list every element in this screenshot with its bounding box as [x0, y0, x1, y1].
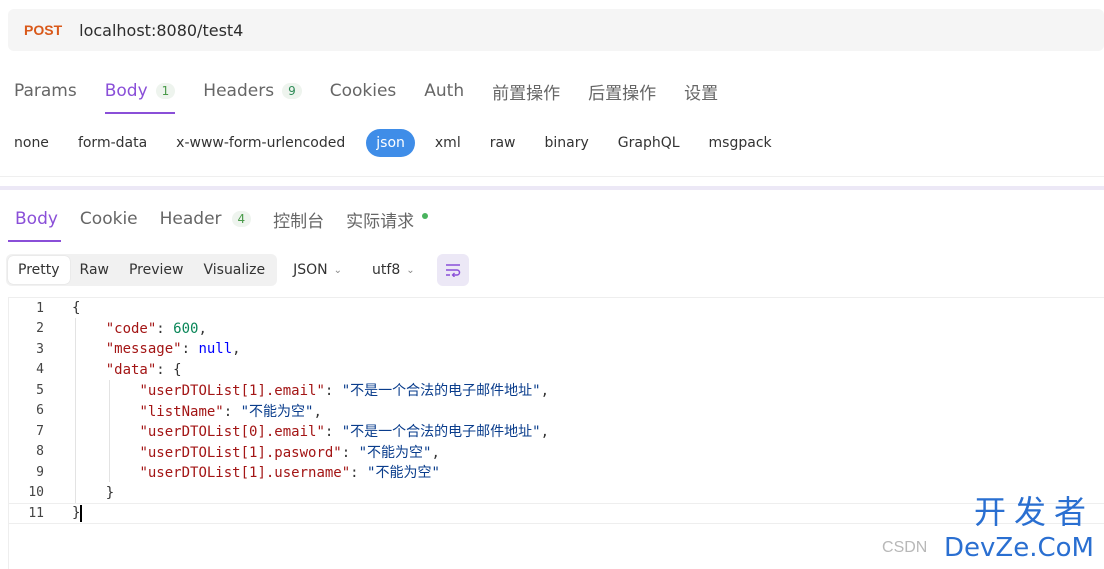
wrap-icon: [445, 264, 460, 277]
tab-label: Headers: [203, 81, 275, 101]
tab-label: Cookie: [79, 209, 138, 229]
code-text: }: [72, 484, 115, 501]
tab-label: 前置操作: [492, 83, 561, 104]
tab-label: Header: [159, 209, 222, 229]
line-number: 1: [36, 300, 44, 316]
tab-label: Body: [104, 81, 148, 101]
response-view-toolbar: Pretty Raw Preview Visualize JSON ⌄ utf8 ⌄: [6, 253, 469, 287]
response-tabs: Body Cookie Header 4 控制台 实际请求: [0, 196, 439, 242]
tab-settings[interactable]: 设置: [670, 68, 732, 114]
code-text: "data": {: [105, 361, 182, 378]
body-type-graphql[interactable]: GraphQL: [604, 129, 694, 157]
tab-label: Auth: [424, 81, 465, 101]
code-text: "listName": "不能为空",: [139, 403, 322, 420]
body-type-binary[interactable]: binary: [531, 129, 603, 157]
word-wrap-button[interactable]: [436, 254, 469, 286]
line-number: 2: [36, 321, 44, 337]
tab-label: Params: [14, 81, 77, 101]
line-number: 8: [36, 444, 44, 460]
tab-headers[interactable]: Headers 9: [189, 68, 315, 114]
count-badge: 9: [282, 83, 302, 99]
text-caret: [80, 505, 82, 522]
code-text: "code": 600,: [105, 320, 207, 337]
tab-console[interactable]: 控制台: [262, 196, 335, 242]
tab-auth[interactable]: Auth: [410, 68, 478, 114]
tab-label: 控制台: [273, 211, 325, 232]
body-type-msgpack[interactable]: msgpack: [695, 129, 786, 157]
body-type-raw[interactable]: raw: [476, 129, 530, 157]
watermark-csdn: CSDN: [882, 539, 928, 556]
tab-cookies[interactable]: Cookies: [316, 68, 411, 114]
tab-label: 后置操作: [588, 83, 657, 104]
view-mode-pretty[interactable]: Pretty: [8, 256, 70, 284]
format-select[interactable]: JSON ⌄: [293, 262, 342, 278]
code-text: {: [72, 300, 81, 317]
status-dot-icon: [422, 213, 429, 219]
count-badge: 1: [155, 83, 176, 99]
view-mode-preview[interactable]: Preview: [119, 256, 194, 284]
tab-pre-request[interactable]: 前置操作: [478, 68, 574, 114]
body-type-form-data[interactable]: form-data: [64, 129, 161, 157]
tab-label: Body: [15, 209, 58, 229]
view-mode-raw[interactable]: Raw: [70, 256, 119, 284]
body-type-selector: none form-data x-www-form-urlencoded jso…: [0, 126, 787, 160]
tab-body[interactable]: Body 1: [91, 68, 190, 114]
body-type-xml[interactable]: xml: [421, 129, 475, 157]
tab-response-body[interactable]: Body: [0, 196, 69, 242]
line-number: 10: [28, 485, 44, 501]
format-select-value: JSON: [293, 262, 328, 278]
watermark-cn: 开发者: [973, 493, 1094, 531]
tab-label: Cookies: [329, 81, 397, 101]
line-number: 11: [28, 505, 44, 521]
count-badge: 4: [231, 211, 252, 227]
code-text: "userDTOList[1].pasword": "不能为空",: [139, 444, 440, 461]
panel-resize-handle[interactable]: [0, 186, 1104, 190]
tab-response-cookie[interactable]: Cookie: [69, 196, 149, 242]
tab-response-header[interactable]: Header 4: [149, 196, 263, 242]
code-text: "message": null,: [105, 341, 241, 358]
tab-label: 实际请求: [346, 211, 415, 232]
line-number: 4: [36, 362, 44, 378]
line-number: 7: [36, 423, 44, 439]
body-type-none[interactable]: none: [0, 129, 63, 157]
http-method[interactable]: POST: [24, 22, 62, 38]
tab-params[interactable]: Params: [0, 68, 91, 114]
code-text: "userDTOList[0].email": "不是一个合法的电子邮件地址",: [139, 424, 550, 441]
code-text: "userDTOList[1].username": "不能为空": [139, 465, 440, 482]
line-number: 3: [36, 341, 44, 357]
divider: [0, 176, 1104, 177]
url-bar[interactable]: POST localhost:8080/test4: [8, 9, 1104, 51]
url-input[interactable]: localhost:8080/test4: [79, 21, 243, 40]
tab-actual-request[interactable]: 实际请求: [335, 196, 439, 242]
encoding-select-value: utf8: [372, 262, 401, 278]
encoding-select[interactable]: utf8 ⌄: [372, 262, 415, 278]
code-text: "userDTOList[1].email": "不是一个合法的电子邮件地址",: [139, 383, 550, 400]
tab-label: 设置: [684, 83, 719, 104]
tab-post-request[interactable]: 后置操作: [574, 68, 670, 114]
view-mode-segment: Pretty Raw Preview Visualize: [6, 254, 278, 286]
body-type-urlencoded[interactable]: x-www-form-urlencoded: [162, 129, 359, 157]
line-number: 5: [36, 382, 44, 398]
watermark: 开发者 DevZe.CoM CSDN: [882, 487, 1094, 563]
chevron-down-icon: ⌄: [406, 264, 415, 276]
watermark-en: DevZe.CoM: [944, 533, 1094, 563]
request-tabs: Params Body 1 Headers 9 Cookies Auth 前置操作 …: [0, 68, 732, 114]
body-type-json[interactable]: json: [366, 129, 415, 157]
response-code-editor[interactable]: 1 { 2 "code": 600, 3 "message": null, 4 "…: [8, 297, 1104, 569]
view-mode-visualize[interactable]: Visualize: [193, 256, 275, 284]
line-number: 6: [36, 403, 44, 419]
chevron-down-icon: ⌄: [333, 264, 343, 276]
current-line-highlight: [9, 503, 1104, 524]
line-number: 9: [36, 464, 44, 480]
